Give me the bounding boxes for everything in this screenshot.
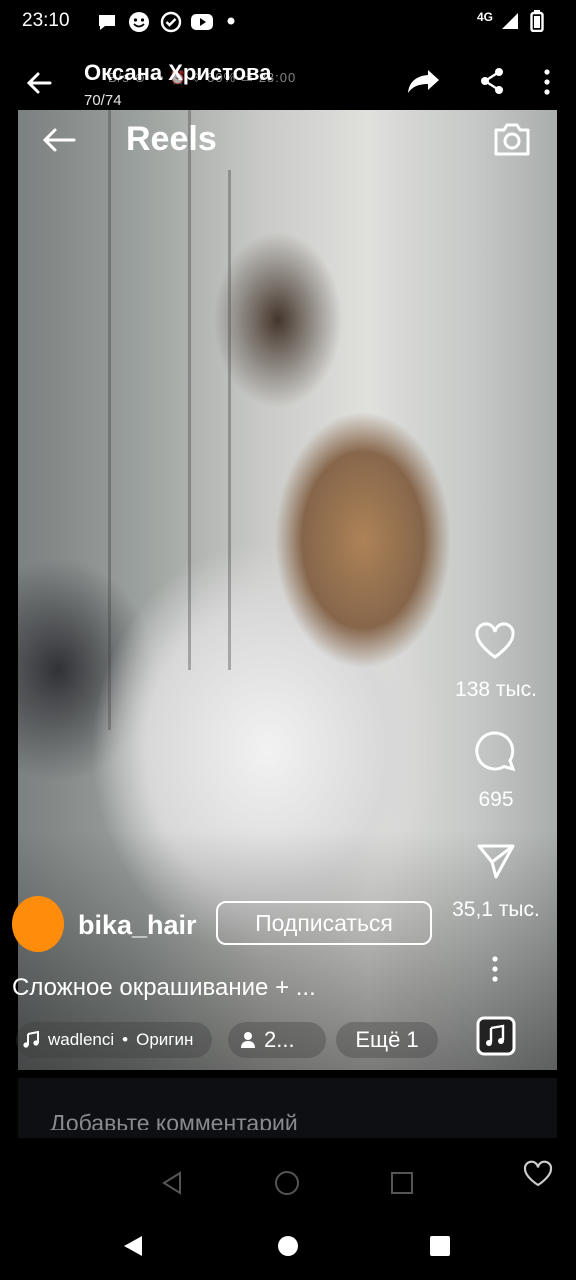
back-arrow-icon[interactable] (24, 68, 54, 98)
smiley-icon (128, 11, 150, 33)
person-icon (240, 1031, 256, 1049)
reels-back-arrow-icon[interactable] (40, 124, 78, 156)
send-icon[interactable] (476, 842, 516, 880)
notification-dot-icon (226, 16, 236, 26)
status-time: 23:10 (22, 10, 70, 31)
media-counter: 70/74 (84, 92, 122, 109)
check-circle-icon (160, 11, 182, 33)
ghost-recents-icon (390, 1171, 414, 1195)
ghost-home-icon (274, 1170, 300, 1196)
audio-separator: • (122, 1030, 129, 1049)
like-icon[interactable] (474, 622, 516, 660)
audio-title: Оригин (136, 1030, 194, 1049)
chat-bubble-icon (96, 11, 118, 33)
comment-count: 695 (478, 788, 514, 811)
reels-title: Reels (126, 120, 217, 158)
share-icon[interactable] (478, 66, 506, 96)
more-vertical-icon[interactable] (542, 68, 552, 96)
network-type: 4G (477, 10, 494, 24)
comment-icon[interactable] (474, 730, 516, 772)
share-count: 35,1 тыс. (452, 898, 540, 921)
audio-pill[interactable]: wadlenci • Оригин (16, 1022, 212, 1058)
audio-thumbnail-icon[interactable] (476, 1016, 516, 1056)
signal-icon (500, 11, 520, 31)
audio-artist: wadlenci (48, 1030, 115, 1049)
youtube-icon (190, 11, 214, 33)
nav-recents-icon[interactable] (429, 1235, 451, 1257)
comment-input[interactable]: Добавьте комментарий (50, 1110, 298, 1130)
forward-icon[interactable] (406, 66, 442, 96)
username[interactable]: bika_hair (78, 910, 197, 941)
contact-name: Оксана Христова (84, 60, 272, 85)
reel-more-icon[interactable] (490, 955, 500, 983)
music-note-icon (22, 1031, 40, 1049)
caption[interactable]: Сложное окрашивание + ... (12, 974, 316, 1002)
tagged-people-count: 2... (264, 1027, 295, 1052)
more-button[interactable]: Ещё 1 (336, 1022, 438, 1058)
avatar[interactable] (12, 896, 64, 952)
quick-like-icon[interactable] (523, 1160, 553, 1188)
tagged-people-pill[interactable]: 2... (228, 1022, 326, 1058)
ghost-back-icon (160, 1170, 184, 1196)
nav-home-icon[interactable] (277, 1235, 299, 1257)
camera-icon[interactable] (492, 120, 532, 158)
follow-button[interactable]: Подписаться (216, 901, 432, 945)
like-count: 138 тыс. (455, 678, 537, 701)
nav-back-icon[interactable] (122, 1234, 144, 1258)
battery-icon (530, 10, 544, 32)
